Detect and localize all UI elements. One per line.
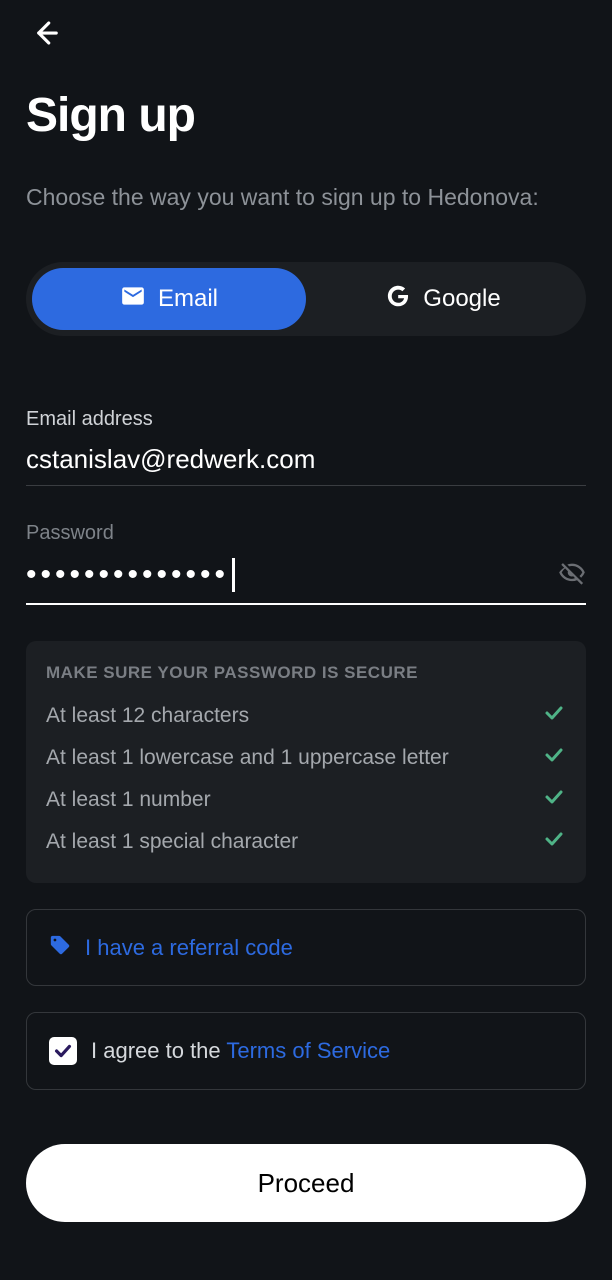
- checklist-item: At least 12 characters: [46, 701, 566, 731]
- terms-text: I agree to the Terms of Service: [91, 1038, 390, 1064]
- signup-method-toggle: Email Google: [26, 262, 586, 336]
- check-icon: [542, 701, 566, 731]
- email-method-label: Email: [158, 285, 218, 313]
- checklist-item-text: At least 1 lowercase and 1 uppercase let…: [46, 746, 449, 770]
- email-input[interactable]: cstanislav@redwerk.com: [26, 441, 586, 486]
- checklist-item-text: At least 12 characters: [46, 704, 249, 728]
- terms-link[interactable]: Terms of Service: [226, 1038, 390, 1063]
- checklist-item: At least 1 number: [46, 785, 566, 815]
- check-icon: [542, 743, 566, 773]
- password-value: ••••••••••••••: [26, 555, 558, 595]
- proceed-button[interactable]: Proceed: [26, 1144, 586, 1222]
- email-field-group: Email address cstanislav@redwerk.com: [26, 408, 586, 486]
- checklist-title: MAKE SURE YOUR PASSWORD IS SECURE: [46, 663, 566, 683]
- page-subtitle: Choose the way you want to sign up to He…: [26, 181, 586, 214]
- checklist-item-text: At least 1 number: [46, 788, 211, 812]
- check-icon: [542, 827, 566, 857]
- check-icon: [542, 785, 566, 815]
- checklist-item: At least 1 special character: [46, 827, 566, 857]
- page-title: Sign up: [26, 88, 586, 143]
- email-value: cstanislav@redwerk.com: [26, 441, 586, 477]
- email-label: Email address: [26, 408, 586, 431]
- terms-checkbox[interactable]: [49, 1037, 77, 1065]
- eye-off-icon[interactable]: [558, 559, 586, 592]
- password-input[interactable]: ••••••••••••••: [26, 555, 586, 605]
- password-label: Password: [26, 522, 586, 545]
- password-field-group: Password ••••••••••••••: [26, 522, 586, 605]
- email-method-button[interactable]: Email: [32, 268, 306, 330]
- mail-icon: [120, 283, 146, 316]
- google-method-label: Google: [423, 285, 500, 313]
- tag-icon: [49, 934, 71, 961]
- back-button[interactable]: [30, 18, 60, 48]
- terms-row: I agree to the Terms of Service: [26, 1012, 586, 1090]
- password-checklist: MAKE SURE YOUR PASSWORD IS SECURE At lea…: [26, 641, 586, 883]
- google-icon: [385, 283, 411, 316]
- checklist-item-text: At least 1 special character: [46, 830, 298, 854]
- referral-code-button[interactable]: I have a referral code: [26, 909, 586, 986]
- google-method-button[interactable]: Google: [306, 268, 580, 330]
- checklist-item: At least 1 lowercase and 1 uppercase let…: [46, 743, 566, 773]
- referral-label: I have a referral code: [85, 935, 293, 961]
